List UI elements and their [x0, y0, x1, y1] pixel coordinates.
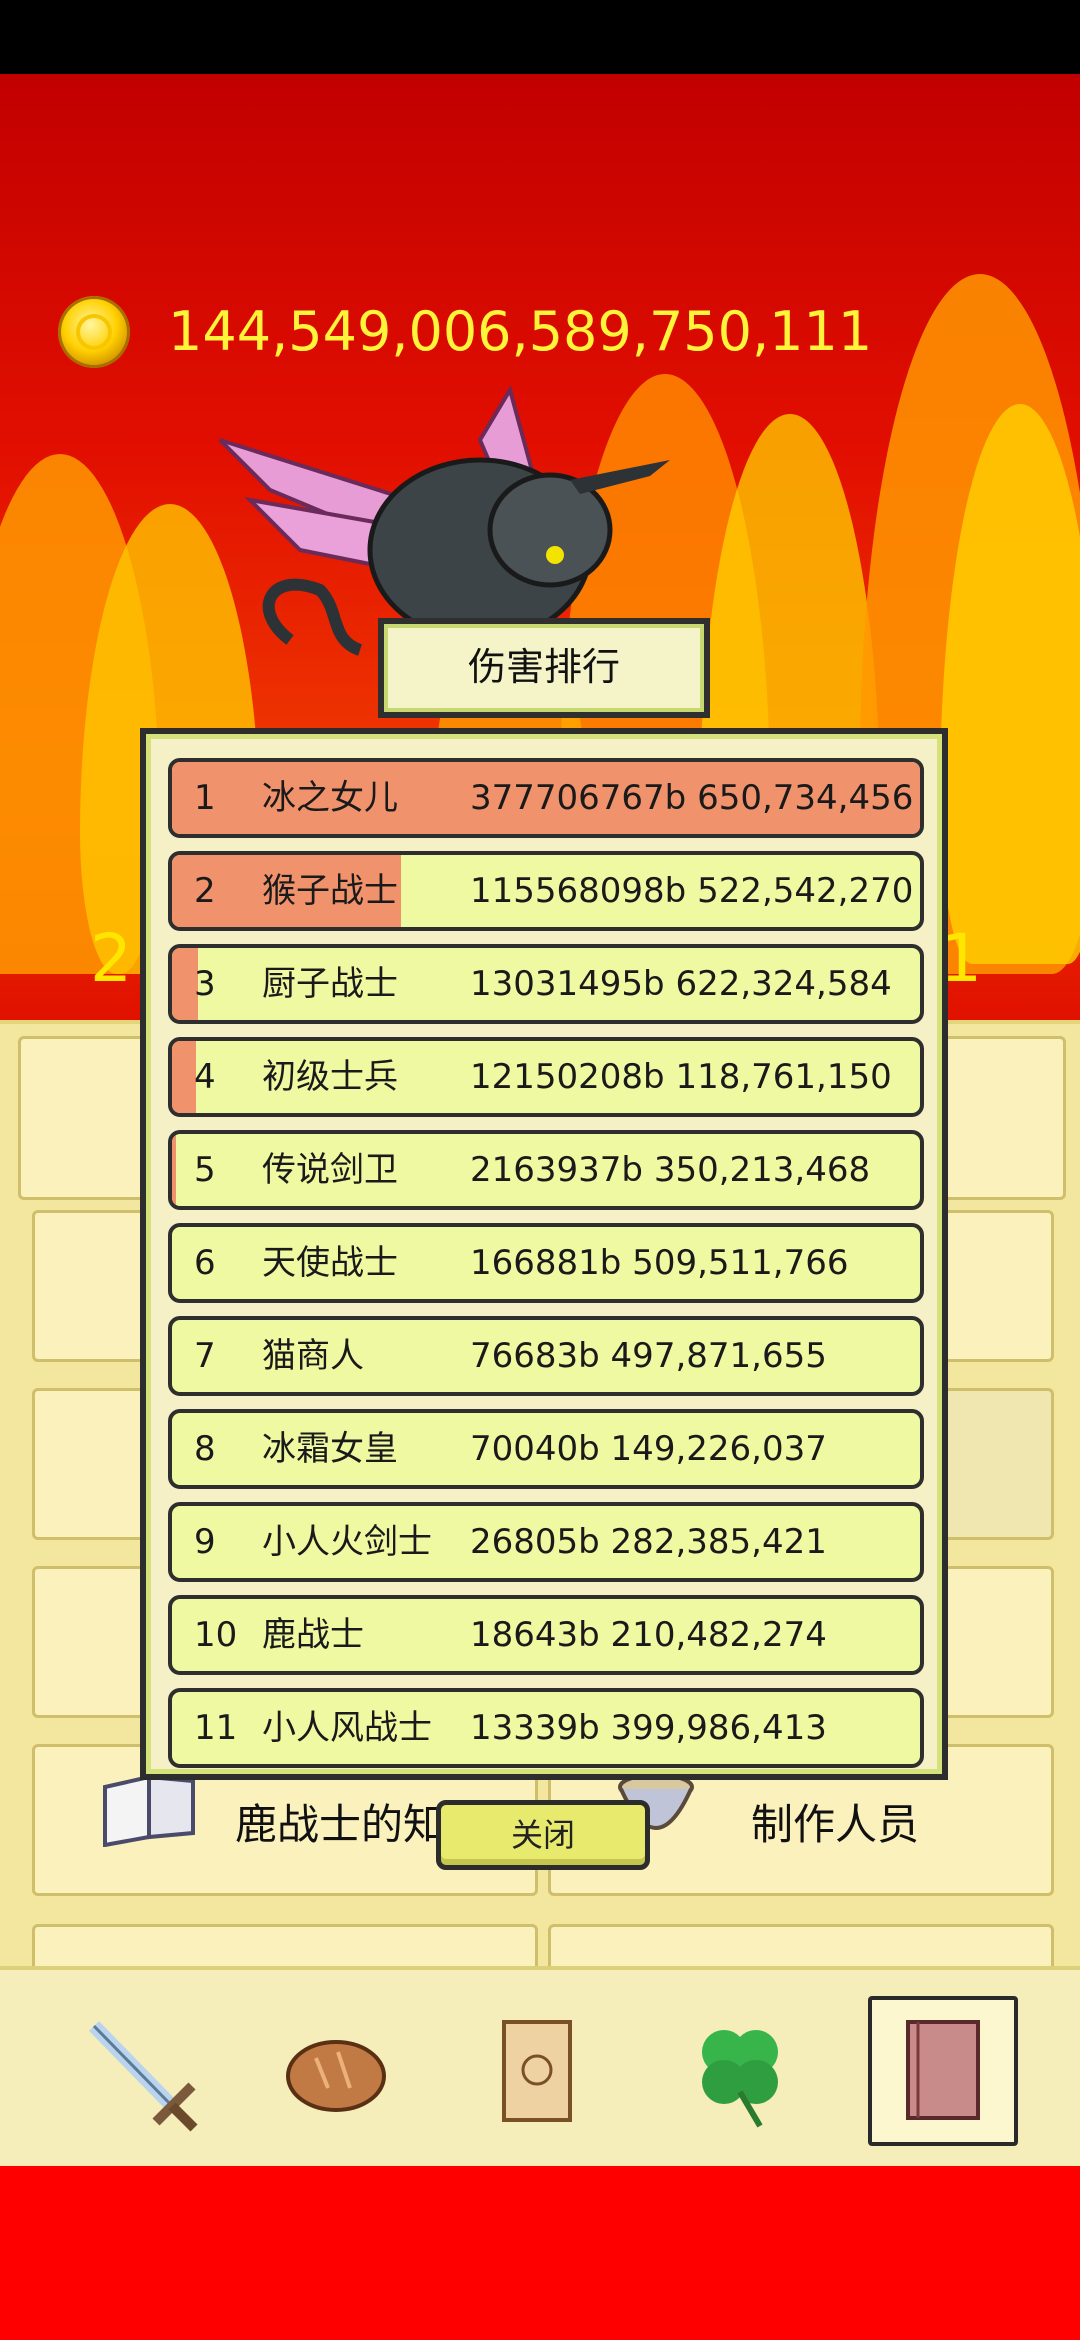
damage-value: 13339b 399,986,413	[470, 1708, 827, 1748]
ranking-row: 11 小人风战士 13339b 399,986,413	[168, 1688, 924, 1768]
rank-number: 1	[194, 778, 216, 818]
scroll-icon[interactable]	[464, 1996, 614, 2146]
ranking-row: 7 猫商人 76683b 497,871,655	[168, 1316, 924, 1396]
ranking-row: 10 鹿战士 18643b 210,482,274	[168, 1595, 924, 1675]
damage-value: 76683b 497,871,655	[470, 1336, 827, 1376]
rank-number: 4	[194, 1057, 216, 1097]
rank-number: 7	[194, 1336, 216, 1376]
sword-icon[interactable]	[64, 1996, 214, 2146]
bottom-tab-bar	[0, 1966, 1080, 2174]
hero-name: 天使战士	[262, 1243, 398, 1283]
bottom-banner-area	[0, 2166, 1080, 2340]
book-icon[interactable]	[868, 1996, 1018, 2146]
ranking-row: 8 冰霜女皇 70040b 149,226,037	[168, 1409, 924, 1489]
damage-value: 70040b 149,226,037	[470, 1429, 827, 1469]
close-button[interactable]: 关闭	[436, 1800, 650, 1870]
rank-number: 3	[194, 964, 216, 1004]
ranking-row: 9 小人火剑士 26805b 282,385,421	[168, 1502, 924, 1582]
ranking-row: 6 天使战士 166881b 509,511,766	[168, 1223, 924, 1303]
rank-number: 5	[194, 1150, 216, 1190]
damage-value: 13031495b 622,324,584	[470, 964, 892, 1004]
hero-name: 小人风战士	[262, 1708, 432, 1748]
hero-name: 小人火剑士	[262, 1522, 432, 1562]
hero-name: 传说剑卫	[262, 1150, 398, 1190]
bread-icon[interactable]	[264, 1996, 414, 2146]
rank-number: 6	[194, 1243, 216, 1283]
hero-name: 鹿战士	[262, 1615, 364, 1655]
damage-value: 12150208b 118,761,150	[470, 1057, 892, 1097]
credits-card-label: 制作人员	[751, 1800, 920, 1849]
gold-coin-icon	[58, 296, 130, 368]
ranking-row: 5 传说剑卫 2163937b 350,213,468	[168, 1130, 924, 1210]
damage-value: 18643b 210,482,274	[470, 1615, 827, 1655]
damage-share-bar	[172, 1134, 177, 1206]
damage-ranking-panel: 1 冰之女儿 377706767b 650,734,456 2 猴子战士 11556809…	[140, 728, 948, 1780]
ranking-row: 1 冰之女儿 377706767b 650,734,456	[168, 758, 924, 838]
damage-value: 377706767b 650,734,456	[470, 778, 914, 818]
rank-number: 11	[194, 1708, 238, 1748]
rank-number: 10	[194, 1615, 238, 1655]
hero-name: 猫商人	[262, 1336, 364, 1376]
hero-name: 猴子战士	[262, 871, 398, 911]
damage-value: 115568098b 522,542,270	[470, 871, 914, 911]
hero-name: 冰之女儿	[262, 778, 398, 818]
damage-value: 26805b 282,385,421	[470, 1522, 827, 1562]
ranking-row: 4 初级士兵 12150208b 118,761,150	[168, 1037, 924, 1117]
ranking-row: 3 厨子战士 13031495b 622,324,584	[168, 944, 924, 1024]
ranking-row: 2 猴子战士 115568098b 522,542,270	[168, 851, 924, 931]
damage-value: 166881b 509,511,766	[470, 1243, 849, 1283]
gold-amount: 144,549,006,589,750,111	[168, 300, 873, 363]
rank-number: 8	[194, 1429, 216, 1469]
damage-value: 2163937b 350,213,468	[470, 1150, 871, 1190]
clover-icon[interactable]	[664, 1996, 814, 2146]
hero-name: 厨子战士	[262, 964, 398, 1004]
left-stage-number: 2	[90, 920, 132, 997]
damage-share-bar	[172, 1041, 196, 1113]
modal-title: 伤害排行	[378, 618, 710, 718]
rank-number: 2	[194, 871, 216, 911]
rank-number: 9	[194, 1522, 216, 1562]
status-bar	[0, 0, 1080, 74]
hero-name: 初级士兵	[262, 1057, 398, 1097]
hero-name: 冰霜女皇	[262, 1429, 398, 1469]
